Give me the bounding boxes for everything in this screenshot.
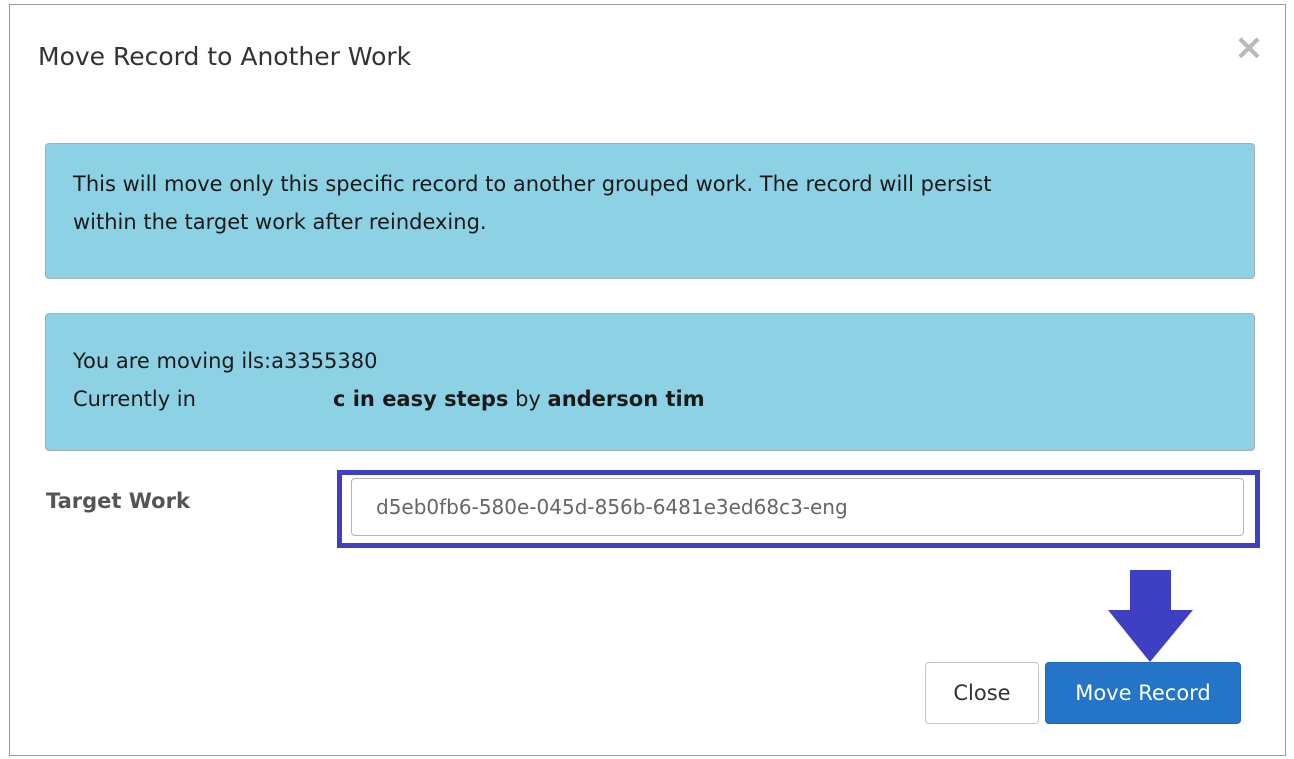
move-record-dialog: Move Record to Another Work × This will …: [9, 4, 1286, 756]
close-icon[interactable]: ×: [1232, 30, 1266, 66]
moving-record-line: You are moving ils:a3355380: [73, 342, 1227, 380]
by-word: by: [508, 387, 548, 411]
dialog-title: Move Record to Another Work: [38, 42, 412, 71]
record-id: ils:a3355380: [241, 349, 378, 373]
currently-in-label: Currently in: [73, 387, 196, 411]
moving-prefix: You are moving: [73, 349, 242, 373]
arrow-down-icon: [1108, 570, 1193, 662]
current-work-author: anderson tim: [547, 387, 705, 411]
info-alert: This will move only this specific record…: [45, 143, 1255, 279]
currently-in-line: Currently in c in easy steps by anderson …: [73, 380, 1227, 418]
close-button[interactable]: Close: [925, 662, 1039, 724]
info-alert-line-1: This will move only this specific record…: [73, 172, 992, 196]
info-alert-line-2: within the target work after reindexing.: [73, 210, 487, 234]
target-work-label: Target Work: [46, 489, 190, 513]
target-work-input[interactable]: [351, 478, 1244, 536]
move-record-button[interactable]: Move Record: [1045, 662, 1241, 724]
current-work-title: c in easy steps: [332, 387, 509, 411]
moving-alert: You are moving ils:a3355380 Currently in…: [45, 313, 1255, 451]
